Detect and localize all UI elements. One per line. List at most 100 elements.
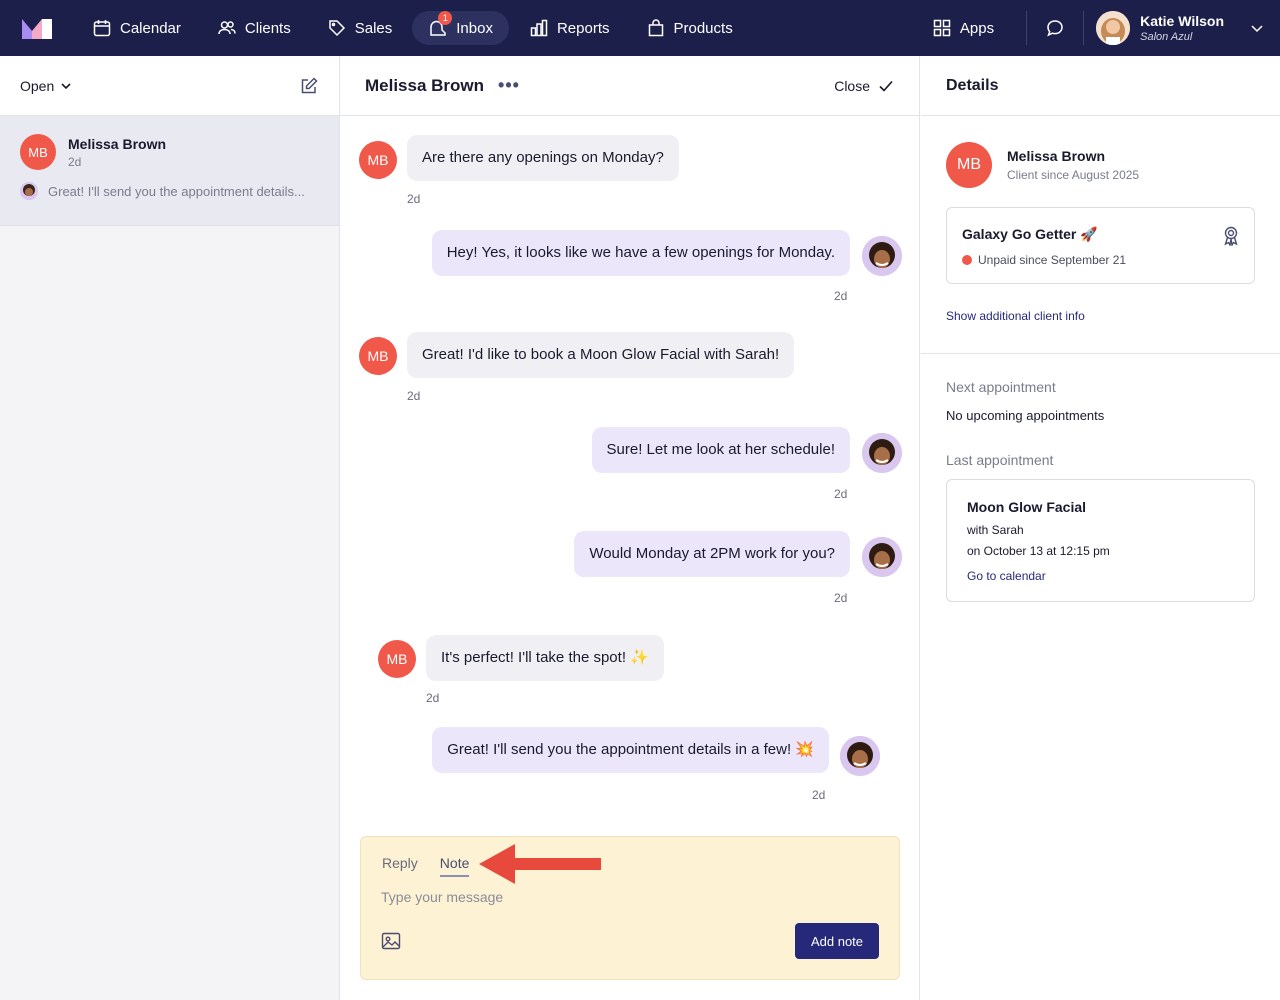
- message-time: 2d: [834, 591, 848, 605]
- conversation-item[interactable]: MB Melissa Brown 2d Great! I'll send you…: [0, 116, 339, 226]
- message-text: Would Monday at 2PM work for you?: [574, 531, 850, 577]
- staff-avatar: [862, 537, 902, 577]
- chevron-down-icon: [61, 82, 71, 89]
- user-menu[interactable]: Katie Wilson Salon Azul: [1096, 11, 1264, 45]
- staff-avatar: [862, 236, 902, 276]
- message-time: 2d: [426, 691, 440, 705]
- nav-sales-label: Sales: [354, 19, 393, 37]
- image-attach-icon[interactable]: [381, 931, 401, 951]
- status-dot: [962, 255, 972, 265]
- message-time: 2d: [834, 487, 848, 501]
- membership-name: Galaxy Go Getter 🚀: [962, 226, 1098, 242]
- next-appointment-value: No upcoming appointments: [946, 408, 1105, 423]
- details-title: Details: [921, 56, 1280, 116]
- client-name: Melissa Brown: [1007, 148, 1106, 164]
- chat-panel: Melissa Brown ••• Close MB Are there any…: [340, 56, 920, 1000]
- bag-icon: [648, 19, 663, 37]
- nav-reports-label: Reports: [556, 19, 610, 37]
- add-note-button[interactable]: Add note: [795, 923, 879, 959]
- client-avatar: MB: [946, 142, 992, 188]
- message-bubble: Would Monday at 2PM work for you?: [574, 531, 850, 577]
- message-time: 2d: [834, 289, 848, 303]
- tab-note[interactable]: Note: [439, 855, 470, 877]
- chat-bubble-icon[interactable]: [1045, 18, 1065, 38]
- message-bubble: It's perfect! I'll take the spot! ✨: [426, 635, 664, 681]
- award-icon: [1224, 226, 1238, 246]
- nav-calendar[interactable]: Calendar: [76, 11, 197, 45]
- nav-clients[interactable]: Clients: [201, 11, 307, 45]
- last-appointment-card: Moon Glow Facial with Sarah on October 1…: [946, 479, 1255, 602]
- client-avatar: MB: [359, 141, 397, 179]
- nav-products[interactable]: Products: [630, 11, 749, 45]
- appointment-date: on October 13 at 12:15 pm: [967, 544, 1110, 558]
- chevron-down-icon: [1251, 25, 1263, 33]
- staff-avatar: [840, 736, 880, 776]
- nav-products-label: Products: [673, 19, 733, 37]
- conversation-list-panel: Open MB Melissa Brown 2d Great! I'll sen…: [0, 56, 340, 1000]
- close-label: Close: [834, 77, 870, 94]
- user-salon: Salon Azul: [1140, 31, 1193, 43]
- status-filter-label: Open: [20, 77, 55, 94]
- message-input[interactable]: Type your message: [381, 889, 503, 905]
- users-icon: [218, 21, 236, 35]
- message-bubble: Hey! Yes, it looks like we have a few op…: [431, 230, 850, 276]
- show-additional-info-link[interactable]: Show additional client info: [946, 309, 1085, 323]
- client-summary[interactable]: MB Melissa Brown Client since August 202…: [946, 142, 1139, 188]
- appointment-service: Moon Glow Facial: [967, 499, 1087, 515]
- staff-avatar: [862, 433, 902, 473]
- appointment-staff: with Sarah: [967, 523, 1024, 537]
- message-text: It's perfect! I'll take the spot! ✨: [426, 635, 664, 681]
- nav-divider: [1083, 11, 1085, 45]
- next-appointment-label: Next appointment: [946, 379, 1056, 395]
- nav-apps-label: Apps: [959, 19, 995, 37]
- status-filter-dropdown[interactable]: Open: [20, 78, 72, 94]
- membership-status-text: Unpaid since September 21: [978, 253, 1127, 267]
- message-bubble: Great! I'll send you the appointment det…: [432, 727, 829, 773]
- bar-chart-icon: [530, 19, 548, 37]
- go-to-calendar-link[interactable]: Go to calendar: [967, 569, 1046, 583]
- message-text: Great! I'll send you the appointment det…: [432, 727, 829, 773]
- nav-reports[interactable]: Reports: [513, 11, 626, 45]
- message-bubble: Sure! Let me look at her schedule!: [591, 427, 850, 473]
- last-appointment-label: Last appointment: [946, 452, 1054, 468]
- staff-avatar: [20, 182, 38, 200]
- message-text: Sure! Let me look at her schedule!: [591, 427, 850, 473]
- tag-icon: [328, 20, 345, 37]
- more-options-icon[interactable]: •••: [498, 75, 520, 96]
- details-panel: Details MB Melissa Brown Client since Au…: [921, 56, 1280, 1000]
- nav-apps[interactable]: Apps: [916, 11, 1010, 45]
- client-avatar: MB: [359, 337, 397, 375]
- client-avatar: MB: [378, 640, 416, 678]
- inbox-badge: 1: [438, 11, 453, 25]
- nav-clients-label: Clients: [244, 19, 291, 37]
- message-time: 2d: [407, 192, 421, 206]
- chat-title: Melissa Brown: [365, 75, 485, 95]
- logo-icon[interactable]: [22, 17, 52, 39]
- conversation-name: Melissa Brown: [68, 135, 167, 152]
- compose-icon[interactable]: [299, 76, 319, 96]
- divider: [921, 353, 1280, 354]
- client-since: Client since August 2025: [1007, 168, 1140, 182]
- user-name: Katie Wilson: [1140, 13, 1224, 29]
- checkmark-icon: [879, 80, 893, 92]
- nav-right: Apps Katie Wilson Salon Azul: [916, 0, 1280, 56]
- message-text: Are there any openings on Monday?: [407, 135, 679, 181]
- conversation-list-header: Open: [0, 56, 339, 116]
- membership-card[interactable]: Galaxy Go Getter 🚀 Unpaid since Septembe…: [946, 207, 1255, 284]
- nav-inbox-label: Inbox: [456, 19, 493, 37]
- nav-calendar-label: Calendar: [120, 19, 181, 37]
- close-conversation-button[interactable]: Close: [834, 78, 894, 94]
- membership-status: Unpaid since September 21: [962, 253, 1126, 267]
- tab-reply[interactable]: Reply: [382, 855, 418, 877]
- message-text: Great! I'd like to book a Moon Glow Faci…: [407, 332, 795, 378]
- user-avatar: [1096, 11, 1131, 45]
- nav-sales[interactable]: Sales: [311, 11, 409, 45]
- message-text: Hey! Yes, it looks like we have a few op…: [431, 230, 850, 276]
- client-avatar: MB: [20, 134, 56, 170]
- calendar-icon: [93, 20, 111, 37]
- nav-divider: [1026, 11, 1028, 45]
- message-bubble: Are there any openings on Monday?: [407, 135, 679, 181]
- conversation-time: 2d: [68, 154, 82, 169]
- message-bubble: Great! I'd like to book a Moon Glow Faci…: [407, 332, 795, 378]
- nav-inbox[interactable]: 1 Inbox: [412, 11, 509, 45]
